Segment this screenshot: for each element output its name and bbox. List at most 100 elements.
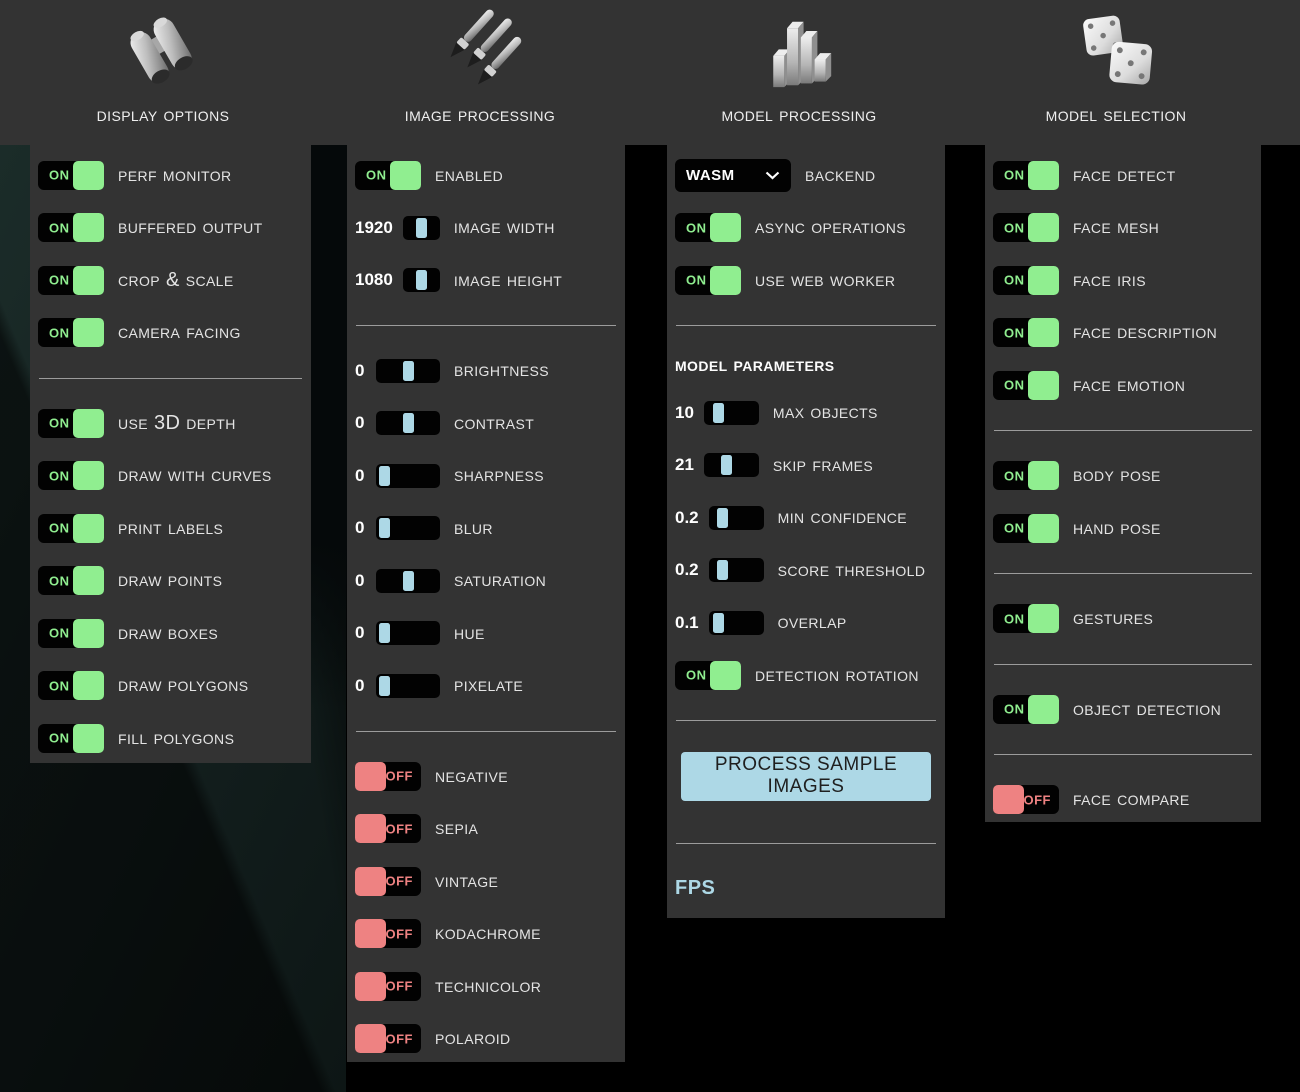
toggle-state-label: ON [686, 273, 707, 288]
slider-knob[interactable] [717, 508, 728, 528]
toggle-body-pose[interactable]: ON [993, 461, 1059, 490]
toggle-polaroid[interactable]: OFF [355, 1024, 421, 1053]
toggle-sepia[interactable]: OFF [355, 814, 421, 843]
toggle-buffered-output[interactable]: ON [38, 213, 104, 242]
slider-image-width[interactable] [403, 216, 440, 240]
slider-saturation[interactable] [376, 569, 440, 593]
option-label: fill polygons [118, 727, 234, 750]
slider-knob[interactable] [379, 518, 390, 538]
backend-select[interactable]: WASM [675, 159, 791, 192]
toggle-knob [1028, 213, 1059, 242]
divider-line [994, 430, 1252, 431]
toggle-crop-scale[interactable]: ON [38, 266, 104, 295]
slider-knob[interactable] [717, 560, 728, 580]
slider-pixelate[interactable] [376, 674, 440, 698]
panel-model-processing: WASMbackendONasync operationsONuse web w… [667, 145, 945, 918]
slider-knob[interactable] [403, 571, 414, 591]
toggle-state-label: ON [1004, 378, 1025, 393]
toggle-state-label: ON [1004, 273, 1025, 288]
divider-line [39, 378, 302, 379]
slider-sharpness[interactable] [376, 464, 440, 488]
toggle-use-web-worker[interactable]: ON [675, 266, 741, 295]
toggle-state-label: ON [1004, 521, 1025, 536]
toggle-face-compare[interactable]: OFF [993, 785, 1059, 814]
toggle-face-mesh[interactable]: ON [993, 213, 1059, 242]
slider-knob[interactable] [713, 403, 724, 423]
slider-image-height[interactable] [403, 268, 440, 292]
toggle-vintage[interactable]: OFF [355, 867, 421, 896]
option-label: brightness [454, 359, 549, 382]
slider-blur[interactable] [376, 516, 440, 540]
option-label: overlap [778, 611, 847, 634]
divider [985, 736, 1261, 774]
option-label: saturation [454, 569, 546, 592]
menu-button-image-processing[interactable]: image processing [365, 0, 595, 145]
slider-value: 0 [355, 361, 366, 381]
toggle-state-label: ON [49, 521, 70, 536]
slider-knob[interactable] [379, 466, 390, 486]
toggle-knob [355, 972, 386, 1001]
toggle-knob [73, 566, 104, 595]
slider-overlap[interactable] [709, 611, 764, 635]
menu-header: display options [0, 0, 1300, 145]
slider-knob[interactable] [379, 676, 390, 696]
toggle-state-label: ON [1004, 702, 1025, 717]
toggle-gestures[interactable]: ON [993, 604, 1059, 633]
divider-line [994, 573, 1252, 574]
toggle-face-description[interactable]: ON [993, 318, 1059, 347]
option-label: draw boxes [118, 622, 218, 645]
toggle-draw-polygons[interactable]: ON [38, 671, 104, 700]
toggle-face-iris[interactable]: ON [993, 266, 1059, 295]
toggle-kodachrome[interactable]: OFF [355, 919, 421, 948]
toggle-face-detect[interactable]: ON [993, 161, 1059, 190]
slider-knob[interactable] [416, 218, 427, 238]
slider-brightness[interactable] [376, 359, 440, 383]
section-heading-model-parameters: model parameters [675, 354, 834, 377]
slider-knob[interactable] [379, 623, 390, 643]
slider-min-confidence[interactable] [709, 506, 764, 530]
toggle-state-label: ON [49, 220, 70, 235]
menu-button-model-selection[interactable]: model selection [1001, 0, 1231, 145]
dice-icon [1001, 0, 1231, 100]
slider-knob[interactable] [416, 270, 427, 290]
option-label: face compare [1073, 788, 1190, 811]
toggle-async-operations[interactable]: ON [675, 213, 741, 242]
toggle-knob [710, 661, 741, 690]
toggle-negative[interactable]: OFF [355, 762, 421, 791]
toggle-fill-polygons[interactable]: ON [38, 724, 104, 753]
slider-knob[interactable] [713, 613, 724, 633]
toggle-technicolor[interactable]: OFF [355, 972, 421, 1001]
toggle-state-label: OFF [386, 1031, 414, 1046]
toggle-draw-points[interactable]: ON [38, 566, 104, 595]
menu-label: model processing [684, 104, 914, 127]
slider-contrast[interactable] [376, 411, 440, 435]
toggle-detection-rotation[interactable]: ON [675, 661, 741, 690]
slider-skip-frames[interactable] [704, 453, 759, 477]
toggle-face-emotion[interactable]: ON [993, 371, 1059, 400]
menu-button-model-processing[interactable]: model processing [684, 0, 914, 145]
menu-label: image processing [365, 104, 595, 127]
slider-knob[interactable] [403, 361, 414, 381]
slider-hue[interactable] [376, 621, 440, 645]
toggle-hand-pose[interactable]: ON [993, 514, 1059, 543]
toggle-camera-facing[interactable]: ON [38, 318, 104, 347]
process-sample-images-button[interactable]: PROCESS SAMPLE IMAGES [681, 752, 931, 801]
toggle-draw-with-curves[interactable]: ON [38, 461, 104, 490]
toggle-perf-monitor[interactable]: ON [38, 161, 104, 190]
slider-value: 0 [355, 571, 366, 591]
toggle-draw-boxes[interactable]: ON [38, 619, 104, 648]
divider-line [356, 325, 616, 326]
toggle-enabled[interactable]: ON [355, 161, 421, 190]
toggle-use-3d-depth[interactable]: ON [38, 409, 104, 438]
toggle-print-labels[interactable]: ON [38, 514, 104, 543]
toggle-object-detection[interactable]: ON [993, 695, 1059, 724]
slider-score-threshold[interactable] [709, 558, 764, 582]
slider-max-objects[interactable] [704, 401, 759, 425]
slider-knob[interactable] [403, 413, 414, 433]
toggle-knob [1028, 461, 1059, 490]
slider-value: 10 [675, 403, 694, 423]
divider [347, 712, 625, 750]
menu-button-display-options[interactable]: display options [48, 0, 278, 145]
option-label: sharpness [454, 464, 544, 487]
slider-knob[interactable] [721, 455, 732, 475]
